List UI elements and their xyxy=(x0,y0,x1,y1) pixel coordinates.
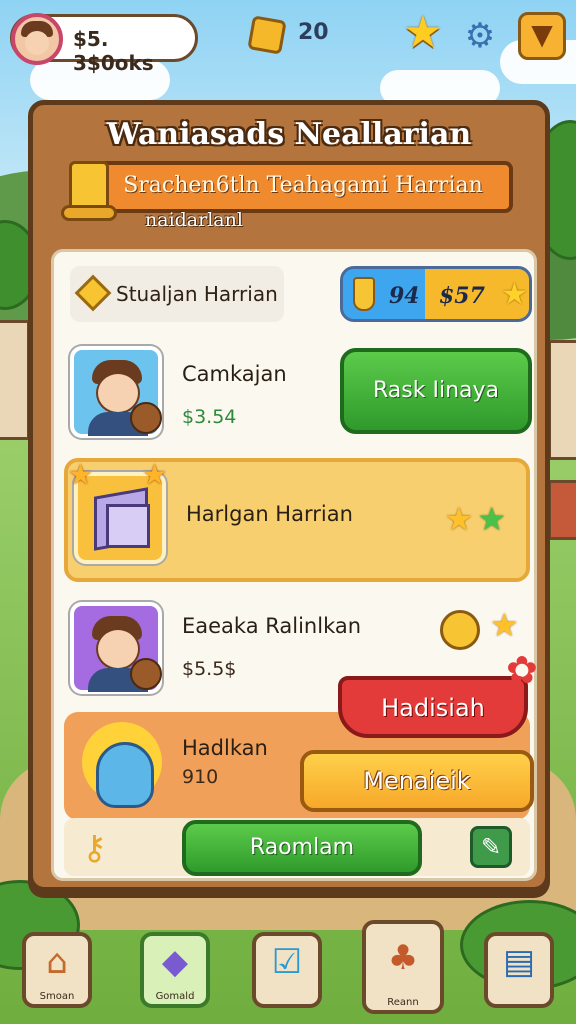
gift-badge: Hadisiah xyxy=(338,676,528,738)
claim-button[interactable]: Menaieik xyxy=(300,750,534,812)
task-action-button[interactable]: Rask Iinaya xyxy=(340,348,532,434)
footer-bar: ⚷ Raomlam ✎ xyxy=(64,818,530,876)
task-title: Harlgan Harrian xyxy=(186,502,353,526)
nav-label: Gomald xyxy=(155,991,195,1002)
cookie-icon xyxy=(130,402,162,434)
diamond-icon xyxy=(74,274,112,312)
daily-tasks-panel: Waniasads Neallarian Srachen6tln Teahaga… xyxy=(28,100,550,892)
check-box-icon: ☑ xyxy=(271,942,303,982)
task-list-card: Stualjan Harrian 94 $57 ★ Camkajan $3.54… xyxy=(51,249,538,881)
panel-title: Waniasads Neallarian xyxy=(106,117,472,152)
task-row: Camkajan $3.54 Rask Iinaya xyxy=(64,338,532,446)
nav-item-rewards[interactable]: ♣ Reann xyxy=(362,920,444,1014)
bottom-nav: ⌂ Smoan ◆ Gomald ☑ ♣ Reann ▤ xyxy=(0,918,576,1024)
star-icon: ★ xyxy=(444,500,478,538)
star-icon: ★ xyxy=(68,458,94,491)
star-icon: ★ xyxy=(501,277,528,312)
daily-summary-chip: Stualjan Harrian xyxy=(70,266,284,322)
stat-pill: 94 $57 ★ xyxy=(340,266,532,322)
gold-cube-icon xyxy=(247,15,287,55)
main-action-button[interactable]: Raomlam xyxy=(182,820,422,876)
task-reward: $5.5$ xyxy=(182,658,237,680)
gift-bow-icon: ✿ xyxy=(506,648,538,692)
task-reward: $3.54 xyxy=(182,406,237,428)
avatar[interactable] xyxy=(11,13,63,65)
task-row-highlighted[interactable]: ★ ★ Harlgan Harrian ★★ xyxy=(64,458,530,582)
star-icon: ★ xyxy=(477,500,510,538)
rating-stars: ★★ xyxy=(445,500,510,538)
task-title: Hadlkan xyxy=(182,736,268,760)
nav-item-box[interactable]: ◆ Gomald xyxy=(140,932,210,1008)
task-reward: 910 xyxy=(182,766,219,788)
key-icon[interactable]: ⚷ xyxy=(82,828,122,868)
nav-item-book[interactable]: ▤ xyxy=(484,932,554,1008)
star-icon: ★ xyxy=(490,606,519,644)
star-mascot-icon[interactable]: ★ xyxy=(400,10,446,56)
rewards-cart-icon: ♣ xyxy=(387,938,419,978)
nav-label: Smoan xyxy=(39,991,75,1002)
nav-item-check[interactable]: ☑ xyxy=(252,932,322,1008)
stat-right-value: $57 xyxy=(439,283,485,309)
box-icon: ◆ xyxy=(161,942,189,982)
top-bar: $5. 3$0oks 20 ★ ⚙ ▼ xyxy=(0,0,576,80)
balance-text: $5. 3$0oks xyxy=(73,27,154,75)
character-portrait xyxy=(70,346,162,438)
house-icon: ⌂ xyxy=(46,942,68,982)
stat-left-value: 94 xyxy=(389,283,420,309)
profile-balance-pill[interactable]: $5. 3$0oks xyxy=(10,13,198,75)
nav-item-home[interactable]: ⌂ Smoan xyxy=(22,932,92,1008)
book-icon: ▤ xyxy=(502,942,536,982)
speech-bubble-icon xyxy=(440,610,480,650)
scroll-icon xyxy=(61,155,121,221)
ribbon-subtext: naidarlanl xyxy=(145,209,243,231)
edit-pencil-icon[interactable]: ✎ xyxy=(470,826,512,868)
task-title: Camkajan xyxy=(182,362,287,386)
ribbon-text: Srachen6tln Teahagami Harrian xyxy=(123,173,483,198)
download-button[interactable]: ▼ xyxy=(518,12,566,60)
star-icon: ★ xyxy=(142,458,168,491)
task-title: Eaeaka Ralinlkan xyxy=(182,614,362,638)
nav-label: Reann xyxy=(387,997,419,1008)
cookie-icon xyxy=(130,658,162,690)
settings-gear-icon[interactable]: ⚙ xyxy=(462,18,498,54)
trophy-icon xyxy=(353,277,375,311)
currency-count: 20 xyxy=(298,20,329,45)
monster-character-icon xyxy=(82,722,162,812)
summary-label: Stualjan Harrian xyxy=(116,282,278,306)
character-portrait xyxy=(70,602,162,694)
ribbon-banner: Srachen6tln Teahagami Harrian xyxy=(93,161,513,213)
